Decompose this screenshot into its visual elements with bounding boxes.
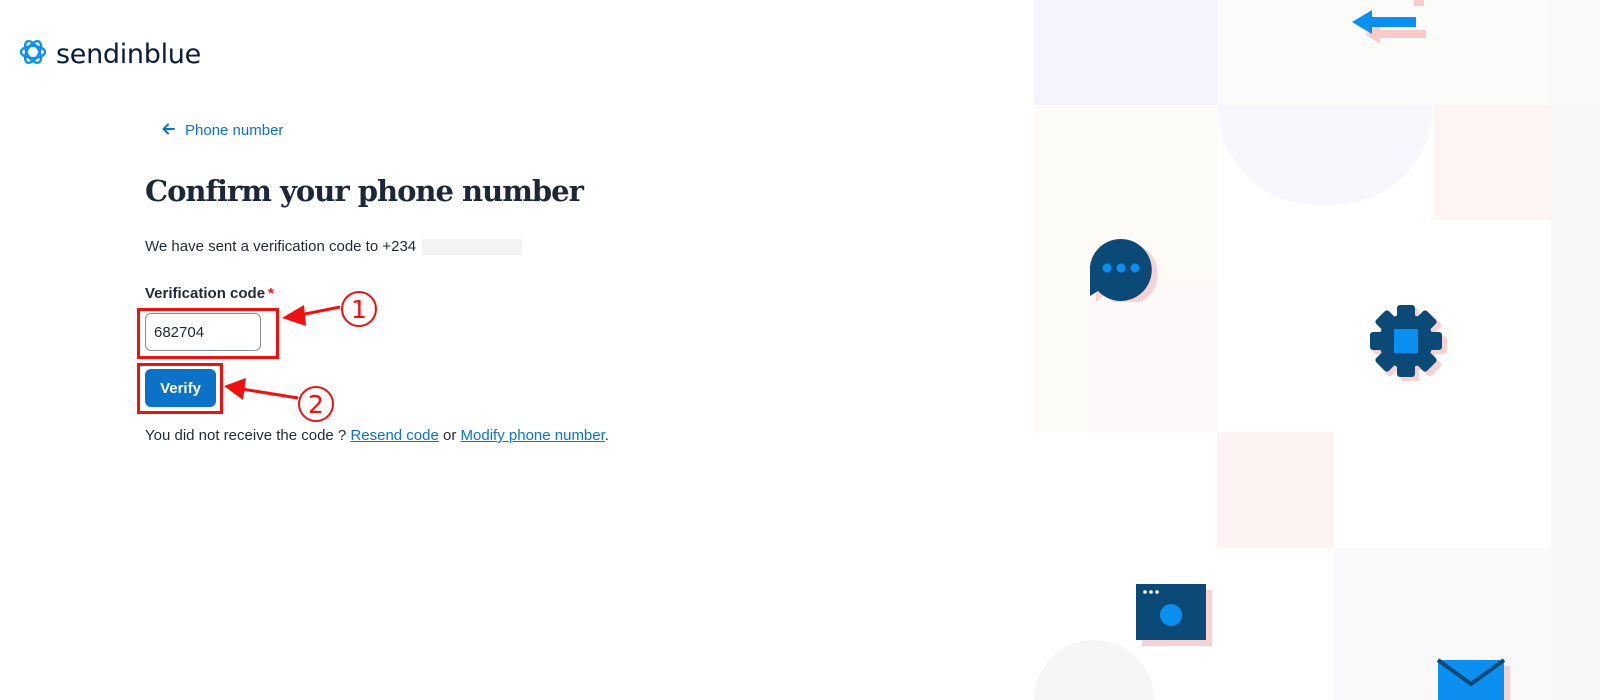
chat-bubble-icon: [1088, 232, 1164, 307]
gear-icon: [1368, 301, 1448, 386]
annotation-number-1: 1: [341, 291, 377, 327]
envelope-icon: [1436, 658, 1516, 700]
arrows-exchange-icon: [1344, 0, 1434, 55]
illustration-panel: [1034, 0, 1600, 700]
annotation-number-2: 2: [298, 386, 334, 422]
browser-window-icon: [1136, 584, 1216, 653]
